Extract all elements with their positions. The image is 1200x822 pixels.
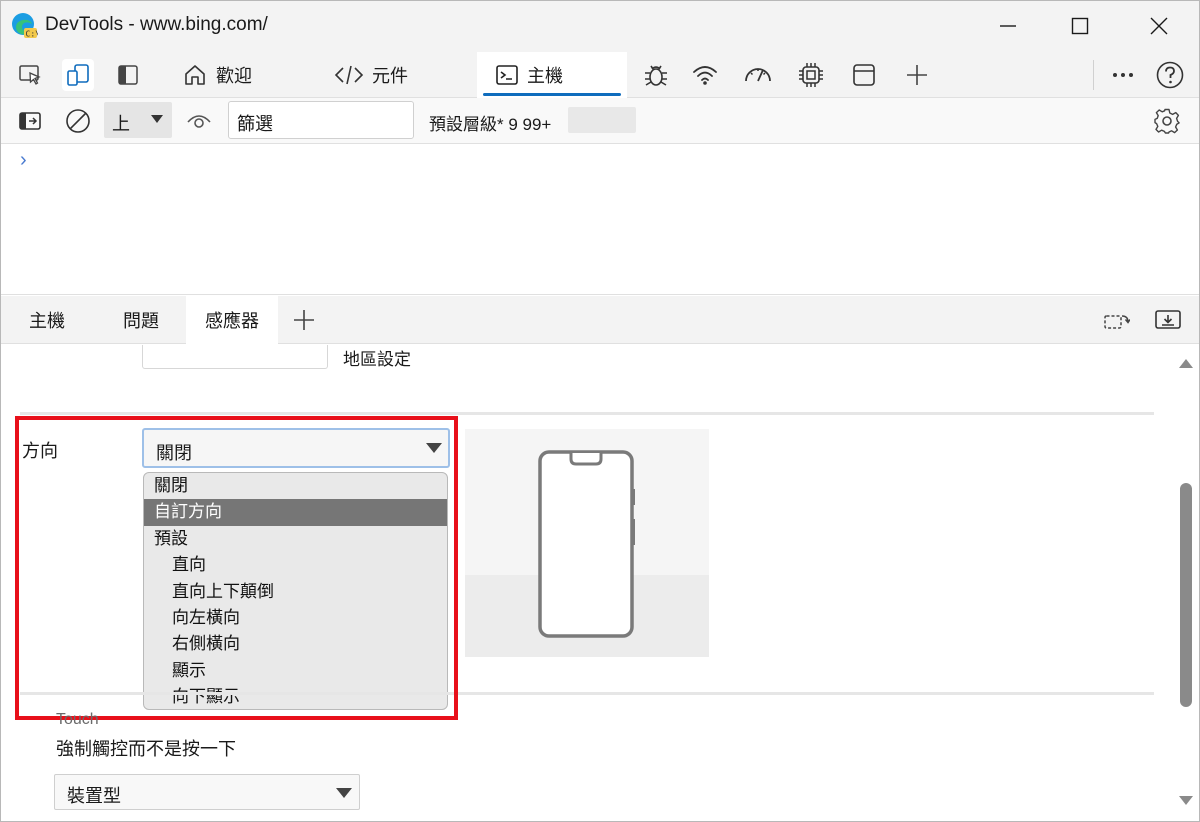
application-tool-button[interactable] xyxy=(848,59,880,91)
live-expression-button[interactable] xyxy=(183,105,215,137)
dock-side-button[interactable] xyxy=(112,59,144,91)
network-tool-button[interactable] xyxy=(689,59,721,91)
close-button[interactable] xyxy=(1126,0,1192,52)
drawer-tab-label: 主機 xyxy=(29,311,65,331)
locale-input[interactable] xyxy=(142,345,328,369)
tab-label: 元件 xyxy=(372,66,408,86)
add-icon xyxy=(294,310,314,330)
bug-icon xyxy=(645,65,667,86)
performance-tool-button[interactable] xyxy=(742,59,774,91)
tab-console[interactable]: 主機 xyxy=(477,52,627,98)
context-select[interactable]: 上 xyxy=(104,102,172,138)
title-bar: C:\ DevTools - www.bing.com/ xyxy=(0,0,1200,52)
clear-console-button[interactable] xyxy=(62,105,94,137)
show-sidebar-button[interactable] xyxy=(14,105,46,137)
main-toolbar: 歡迎 元件 主機 xyxy=(0,52,1200,98)
minimize-button[interactable] xyxy=(975,0,1041,52)
section-divider xyxy=(20,412,1154,415)
scrollbar-thumb[interactable] xyxy=(1180,483,1192,707)
performance-icon xyxy=(745,68,771,82)
window-title: DevTools - www.bing.com/ xyxy=(45,14,268,35)
issues-count-badge[interactable] xyxy=(568,107,636,133)
toolbar-divider xyxy=(1093,60,1094,90)
scroll-up-icon xyxy=(1179,359,1193,368)
application-icon xyxy=(853,64,875,86)
drawer-tab-label: 問題 xyxy=(123,311,159,331)
drawer-tab-issues[interactable]: 問題 xyxy=(108,296,174,344)
drawer-tab-label: 感應器 xyxy=(205,311,259,331)
more-tools-add-button[interactable] xyxy=(901,59,933,91)
memory-chip-icon xyxy=(799,63,823,87)
console-icon xyxy=(496,65,518,85)
chevron-down-icon xyxy=(151,115,163,123)
tab-label: 主機 xyxy=(527,66,563,86)
touch-selected-value: 裝置型 xyxy=(67,786,121,806)
customize-menu-button[interactable] xyxy=(1107,59,1139,91)
help-button[interactable] xyxy=(1154,59,1186,91)
minimize-icon xyxy=(1000,25,1016,27)
console-prompt[interactable]: › xyxy=(20,149,27,172)
console-output[interactable]: › xyxy=(0,145,1200,295)
drawer-add-tool-button[interactable] xyxy=(288,296,320,344)
wifi-icon xyxy=(693,66,717,85)
drawer-tab-console[interactable]: 主機 xyxy=(14,296,80,344)
svg-text:C:\: C:\ xyxy=(26,30,39,39)
eye-icon xyxy=(187,115,211,128)
highlight-annotation-box xyxy=(15,416,458,720)
chevron-down-icon xyxy=(336,788,352,798)
context-value: 上 xyxy=(112,114,130,134)
clear-icon xyxy=(66,109,90,133)
device-emulation-icon xyxy=(67,64,89,86)
device-emulation-button[interactable] xyxy=(62,59,94,91)
close-drawer-button[interactable] xyxy=(1150,296,1186,344)
close-icon xyxy=(1150,17,1168,35)
tab-welcome[interactable]: 歡迎 xyxy=(170,52,300,98)
filter-input[interactable]: 篩選 xyxy=(228,101,414,139)
touch-select[interactable]: 裝置型 xyxy=(54,774,360,810)
touch-description: 強制觸控而不是按一下 xyxy=(56,739,236,759)
drawer-toolbar: 主機 問題 感應器 xyxy=(0,296,1200,344)
selected-tab-indicator xyxy=(483,93,621,96)
maximize-icon xyxy=(1071,17,1089,35)
panel-layout-icon xyxy=(118,65,138,85)
inspect-icon xyxy=(19,65,41,85)
edge-devtools-icon: C:\ xyxy=(10,11,38,39)
tab-elements[interactable]: 元件 xyxy=(320,52,450,98)
memory-tool-button[interactable] xyxy=(795,59,827,91)
drawer-collapse-icon xyxy=(1155,310,1181,329)
gear-icon xyxy=(1154,108,1180,134)
dock-move-icon xyxy=(1104,315,1130,329)
add-icon xyxy=(907,65,927,85)
inspect-element-button[interactable] xyxy=(14,59,46,91)
sources-tool-button[interactable] xyxy=(640,59,672,91)
sensors-panel: 地區設定 方向 關閉 關閉 自訂方向 預設 直向 直向上下顛倒 向左橫向 右側橫… xyxy=(0,345,1172,822)
code-icon xyxy=(334,65,364,85)
touch-section-title: Touch xyxy=(56,711,99,728)
phone-icon xyxy=(538,450,635,638)
move-drawer-button[interactable] xyxy=(1099,296,1133,344)
sidebar-toggle-icon xyxy=(19,112,41,130)
drawer-tab-sensors[interactable]: 感應器 xyxy=(186,296,278,344)
home-icon xyxy=(185,65,205,85)
maximize-button[interactable] xyxy=(1047,0,1113,52)
panel-scrollbar[interactable] xyxy=(1172,345,1200,822)
console-settings-button[interactable] xyxy=(1151,105,1183,137)
locale-label: 地區設定 xyxy=(343,350,411,369)
console-toolbar: 上 篩選 預設層級* 9 99+ xyxy=(0,98,1200,144)
more-options-icon xyxy=(1113,73,1133,77)
tab-label: 歡迎 xyxy=(216,66,252,86)
scroll-down-icon xyxy=(1179,796,1193,805)
device-orientation-preview[interactable] xyxy=(465,429,709,657)
log-levels-dropdown[interactable]: 預設層級* 9 99+ xyxy=(429,110,551,135)
help-icon xyxy=(1156,61,1184,89)
